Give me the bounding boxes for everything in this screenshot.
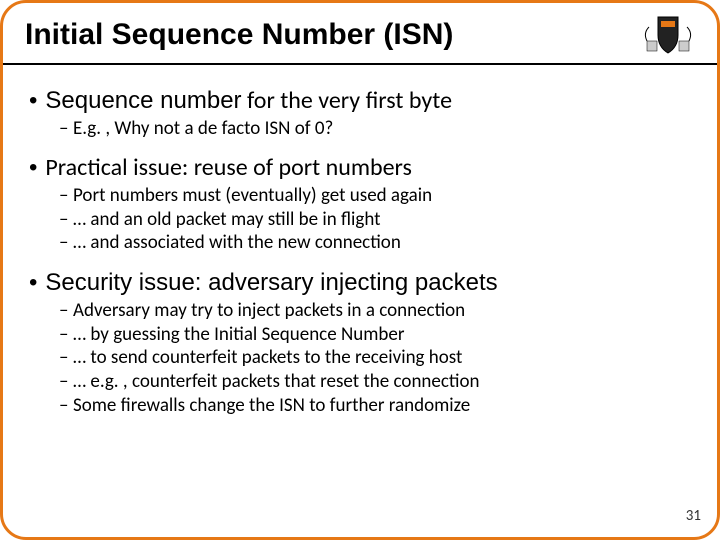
level2-item: –… e.g. , counterfeit packets that reset… — [59, 370, 691, 394]
slide-frame: Initial Sequence Number (ISN) • Sequence… — [0, 0, 720, 540]
level2-text: Adversary may try to inject packets in a… — [73, 299, 465, 322]
level2-text: Port numbers must (eventually) get used … — [73, 184, 432, 207]
level2-item: –… to send counterfeit packets to the re… — [59, 346, 691, 370]
bullet-block: • Security issue: adversary injecting pa… — [29, 269, 691, 417]
level2-item: –Adversary may try to inject packets in … — [59, 299, 691, 323]
level2-text: … by guessing the Initial Sequence Numbe… — [73, 323, 404, 346]
level2-item: –… by guessing the Initial Sequence Numb… — [59, 323, 691, 347]
slide-title: Initial Sequence Number (ISN) — [25, 18, 453, 52]
princeton-shield-logo — [641, 13, 695, 57]
bullet-block: • Sequence number for the very first byt… — [29, 87, 691, 140]
bullet-dot-icon: • — [29, 156, 37, 180]
level2-item: –E.g. , Why not a de facto ISN of 0? — [59, 117, 691, 141]
title-bar: Initial Sequence Number (ISN) — [3, 3, 717, 65]
level1-item: • Practical issue: reuse of port numbers — [29, 154, 691, 182]
slide-body: • Sequence number for the very first byt… — [3, 65, 717, 418]
bullet-dot-icon: • — [29, 89, 37, 113]
level2-text: Some firewalls change the ISN to further… — [73, 394, 470, 417]
level2-item: –… and an old packet may still be in fli… — [59, 208, 691, 232]
bullet-dot-icon: • — [29, 271, 37, 295]
level2-item: –… and associated with the new connectio… — [59, 231, 691, 255]
level2-text: E.g. , Why not a de facto ISN of 0? — [73, 117, 333, 140]
level2-item: –Port numbers must (eventually) get used… — [59, 184, 691, 208]
level2-text: … and an old packet may still be in flig… — [73, 208, 381, 231]
page-number: 31 — [686, 507, 701, 525]
bullet-block: • Practical issue: reuse of port numbers… — [29, 154, 691, 255]
level2-text: … and associated with the new connection — [73, 231, 401, 254]
level1-text: Practical issue: reuse of port numbers — [45, 154, 412, 182]
level2-text: … to send counterfeit packets to the rec… — [73, 346, 462, 369]
level2-item: –Some firewalls change the ISN to furthe… — [59, 394, 691, 418]
level1-item: • Sequence number for the very first byt… — [29, 87, 691, 115]
level2-text: … e.g. , counterfeit packets that reset … — [73, 370, 479, 393]
level1-text: Sequence number for the very first byte — [45, 87, 452, 115]
level1-item: • Security issue: adversary injecting pa… — [29, 269, 691, 297]
level1-text: Security issue: adversary injecting pack… — [45, 269, 497, 297]
